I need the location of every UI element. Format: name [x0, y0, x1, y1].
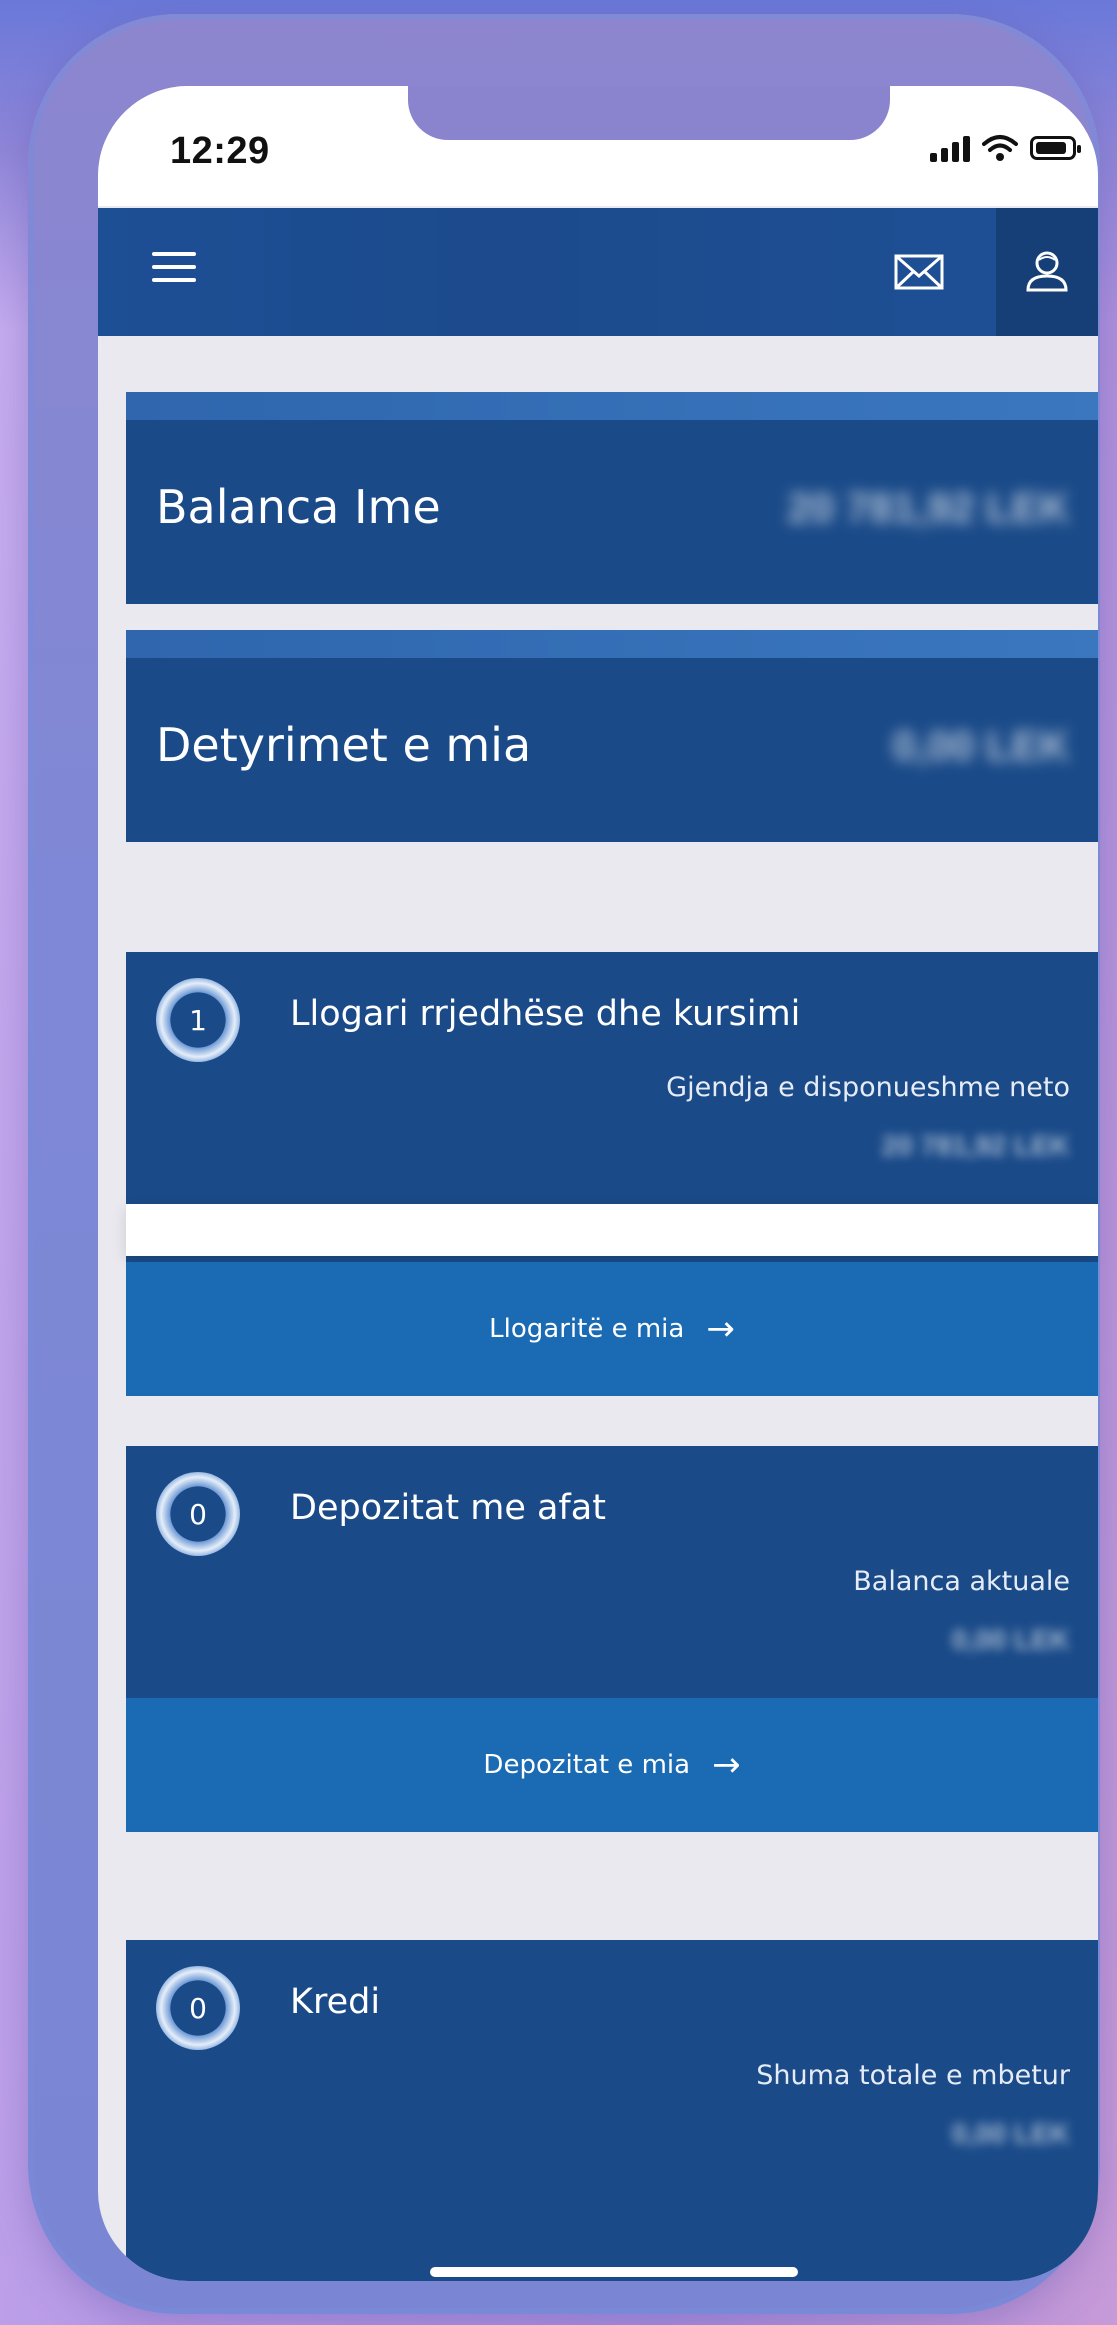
my-accounts-button[interactable]: Llogaritë e mia →	[126, 1262, 1098, 1396]
credit-count-badge: 0	[156, 1966, 240, 2050]
obligations-amount: 0,00 LEK	[892, 722, 1070, 769]
balance-card[interactable]: Balanca Ime 20 781,92 LEK	[126, 392, 1098, 604]
available-net-balance-label: Gjendja e disponueshme neto	[666, 1072, 1070, 1103]
top-navigation-bar	[98, 208, 1098, 336]
arrow-right-icon: →	[712, 1745, 741, 1785]
home-indicator[interactable]	[430, 2267, 798, 2277]
current-balance-value: 0,00 LEK	[951, 1624, 1070, 1655]
status-icons	[930, 134, 1081, 162]
phone-frame: 12:29 Balanca Ime 20 781,92 LEK Detyrime…	[28, 14, 1100, 2314]
wifi-icon	[982, 135, 1018, 161]
term-deposits-title: Depozitat me afat	[290, 1488, 606, 1528]
cellular-signal-icon	[930, 134, 970, 162]
my-accounts-label: Llogaritë e mia	[489, 1314, 685, 1344]
balance-label: Balanca Ime	[156, 480, 441, 534]
balance-amount: 20 781,92 LEK	[787, 484, 1070, 531]
my-deposits-label: Depozitat e mia	[483, 1750, 691, 1780]
status-time: 12:29	[170, 130, 270, 172]
credit-title: Kredi	[290, 1982, 381, 2022]
mail-icon[interactable]	[893, 252, 945, 292]
menu-icon[interactable]	[152, 252, 196, 292]
current-savings-accounts-card: 1 Llogari rrjedhëse dhe kursimi Gjendja …	[126, 952, 1098, 1396]
obligations-card[interactable]: Detyrimet e mia 0,00 LEK	[126, 630, 1098, 842]
total-remaining-label: Shuma totale e mbetur	[756, 2060, 1070, 2091]
current-balance-label: Balanca aktuale	[853, 1566, 1070, 1597]
my-deposits-button[interactable]: Depozitat e mia →	[126, 1698, 1098, 1832]
app-screen: 12:29 Balanca Ime 20 781,92 LEK Detyrime…	[98, 86, 1098, 2281]
obligations-label: Detyrimet e mia	[156, 718, 532, 772]
battery-icon	[1030, 136, 1081, 160]
user-icon	[1026, 251, 1068, 292]
device-notch	[408, 86, 890, 140]
deposit-count-badge: 0	[156, 1472, 240, 1556]
arrow-right-icon: →	[706, 1309, 735, 1349]
account-count-badge: 1	[156, 978, 240, 1062]
current-accounts-title: Llogari rrjedhëse dhe kursimi	[290, 994, 801, 1034]
card-accent-strip	[126, 630, 1098, 658]
term-deposits-card: 0 Depozitat me afat Balanca aktuale 0,00…	[126, 1446, 1098, 1832]
card-divider-band	[126, 1204, 1098, 1256]
available-net-balance-value: 20 781,92 LEK	[881, 1130, 1070, 1161]
total-remaining-value: 0,00 LEK	[951, 2118, 1070, 2149]
user-profile-button[interactable]	[996, 208, 1098, 336]
credit-card: 0 Kredi Shuma totale e mbetur 0,00 LEK	[126, 1940, 1098, 2281]
card-accent-strip	[126, 392, 1098, 420]
